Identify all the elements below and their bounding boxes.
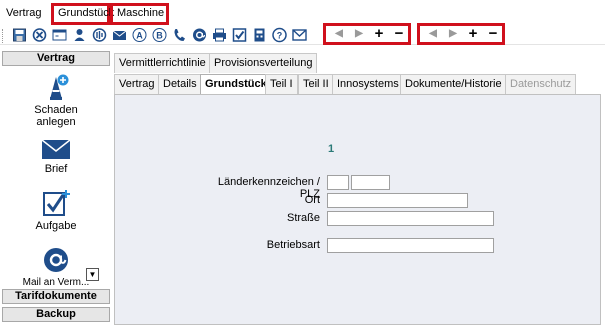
sidebar-item-label: Brief bbox=[44, 163, 68, 175]
remove-record-button[interactable]: − bbox=[485, 26, 501, 42]
remove-record-button[interactable]: − bbox=[391, 26, 407, 42]
sidebar: Vertrag Schaden anlegen Brief Aufgabe Ma… bbox=[2, 51, 110, 326]
tab-provisionsverteilung[interactable]: Provisionsverteilung bbox=[209, 53, 318, 73]
sidebar-overflow-dropdown[interactable]: ▼ bbox=[86, 268, 99, 281]
ort-field[interactable] bbox=[327, 193, 468, 208]
betriebsart-field[interactable] bbox=[327, 238, 494, 253]
cancel-icon[interactable] bbox=[31, 27, 48, 43]
sidebar-item-label: Aufgabe bbox=[35, 220, 77, 232]
checklist-icon[interactable] bbox=[231, 27, 248, 43]
tab-innosystems[interactable]: Innosystems bbox=[332, 74, 404, 94]
sidebar-header-backup[interactable]: Backup bbox=[2, 307, 110, 322]
sidebar-item-label: Schaden bbox=[34, 104, 78, 116]
printer-icon[interactable] bbox=[211, 27, 228, 43]
next-record-button[interactable]: ▶ bbox=[445, 26, 461, 42]
sidebar-item-aufgabe[interactable]: Aufgabe bbox=[2, 189, 110, 232]
window-icon[interactable] bbox=[51, 27, 68, 43]
mail-icon[interactable] bbox=[111, 27, 128, 43]
sidebar-item-brief[interactable]: Brief bbox=[2, 135, 110, 175]
menu-maschine[interactable]: Maschine bbox=[110, 3, 169, 25]
record-nav-group-2: ◀ ▶ + − bbox=[417, 23, 505, 45]
calculator-icon[interactable] bbox=[251, 27, 268, 43]
task-icon bbox=[43, 190, 70, 216]
phone-icon[interactable] bbox=[171, 27, 188, 43]
country-code-field[interactable] bbox=[327, 175, 349, 190]
sidebar-item-schaden-anlegen[interactable]: Schaden anlegen bbox=[2, 73, 110, 131]
menu-bar: Vertrag Grundstück Maschine bbox=[0, 0, 605, 26]
tab-teil-2[interactable]: Teil II bbox=[298, 74, 334, 94]
letter-b-icon[interactable]: B bbox=[151, 27, 168, 43]
add-record-button[interactable]: + bbox=[465, 26, 481, 42]
tab-teil-1[interactable]: Teil I bbox=[265, 74, 298, 94]
menu-vertrag[interactable]: Vertrag bbox=[2, 3, 45, 25]
grundstueck-panel: 1 Länderkennzeichen / PLZ Ort Straße Bet… bbox=[114, 94, 601, 325]
strasse-label: Straße bbox=[286, 212, 320, 224]
tab-vertrag[interactable]: Vertrag bbox=[114, 74, 160, 94]
svg-text:?: ? bbox=[277, 31, 283, 41]
tab-grundstueck[interactable]: Grundstück bbox=[200, 74, 272, 96]
tab-details[interactable]: Details bbox=[158, 74, 202, 94]
record-counter: 1 bbox=[328, 143, 335, 155]
record-nav-group-1: ◀ ▶ + − bbox=[323, 23, 411, 45]
sidebar-item-label: anlegen bbox=[36, 116, 76, 128]
toolbar: A B ? ◀ ▶ + − ◀ ▶ + − bbox=[0, 23, 605, 45]
prev-record-button[interactable]: ◀ bbox=[331, 26, 347, 42]
menu-grundstueck[interactable]: Grundstück bbox=[51, 3, 114, 25]
plz-field[interactable] bbox=[351, 175, 390, 190]
email-icon[interactable] bbox=[291, 27, 308, 43]
tabrow-main: Vertrag Details Grundstück Teil I Teil I… bbox=[114, 74, 577, 96]
sidebar-header-tarifdokumente[interactable]: Tarifdokumente bbox=[2, 289, 110, 304]
help-icon[interactable]: ? bbox=[271, 27, 288, 43]
svg-text:B: B bbox=[156, 31, 163, 41]
tabrow-top: Vermittlerrichtlinie Provisionsverteilun… bbox=[114, 53, 324, 73]
strasse-field[interactable] bbox=[327, 211, 494, 226]
tab-dokumente-historie[interactable]: Dokumente/Historie bbox=[400, 74, 507, 94]
person-icon[interactable] bbox=[71, 27, 88, 43]
next-record-button[interactable]: ▶ bbox=[351, 26, 367, 42]
add-record-button[interactable]: + bbox=[371, 26, 387, 42]
sidebar-header-vertrag[interactable]: Vertrag bbox=[2, 51, 110, 66]
envelope-icon bbox=[41, 139, 71, 159]
chart-icon[interactable] bbox=[91, 27, 108, 43]
ort-label: Ort bbox=[304, 194, 320, 206]
svg-text:A: A bbox=[136, 31, 143, 41]
betriebsart-label: Betriebsart bbox=[266, 239, 320, 251]
mail-at-icon bbox=[44, 248, 68, 272]
at-icon[interactable] bbox=[191, 27, 208, 43]
tab-datenschutz[interactable]: Datenschutz bbox=[505, 74, 577, 94]
tab-vermittlerrichtlinie[interactable]: Vermittlerrichtlinie bbox=[114, 53, 211, 73]
letter-a-icon[interactable]: A bbox=[131, 27, 148, 43]
prev-record-button[interactable]: ◀ bbox=[425, 26, 441, 42]
save-icon[interactable] bbox=[11, 27, 28, 43]
damage-icon bbox=[50, 74, 69, 100]
toolbar-grip[interactable] bbox=[2, 29, 5, 43]
